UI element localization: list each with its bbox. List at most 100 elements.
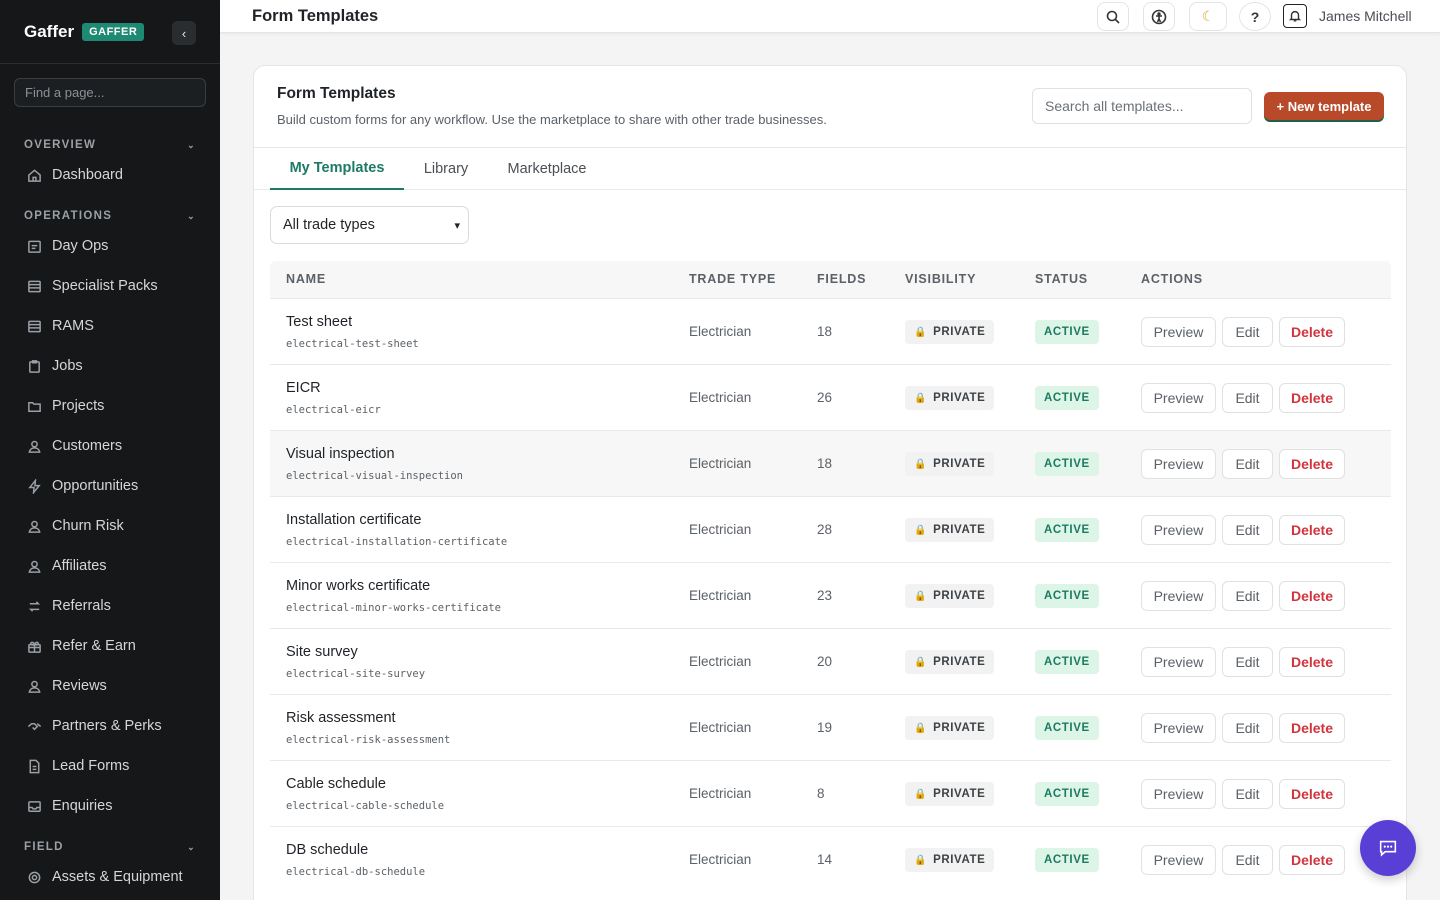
preview-button[interactable]: Preview bbox=[1141, 383, 1216, 413]
delete-button[interactable]: Delete bbox=[1279, 779, 1345, 809]
edit-button[interactable]: Edit bbox=[1222, 449, 1273, 479]
template-slug: electrical-risk-assessment bbox=[286, 734, 451, 746]
delete-button[interactable]: Delete bbox=[1279, 449, 1345, 479]
status-badge: ACTIVE bbox=[1035, 584, 1099, 608]
filter-value: All trade types bbox=[283, 217, 375, 233]
template-name: Visual inspection bbox=[286, 446, 395, 462]
preview-button[interactable]: Preview bbox=[1141, 713, 1216, 743]
chevron-down-icon: ⌄ bbox=[187, 210, 196, 221]
user-name[interactable]: James Mitchell bbox=[1319, 8, 1412, 24]
clipboard-icon bbox=[26, 358, 42, 374]
trade-type: Electrician bbox=[689, 456, 752, 471]
delete-button[interactable]: Delete bbox=[1279, 515, 1345, 545]
sidebar-item-customers[interactable]: Customers bbox=[0, 426, 220, 466]
delete-button[interactable]: Delete bbox=[1279, 713, 1345, 743]
preview-button[interactable]: Preview bbox=[1141, 845, 1216, 875]
sidebar-item-churn-risk[interactable]: Churn Risk bbox=[0, 506, 220, 546]
field-count: 28 bbox=[817, 522, 833, 537]
edit-button[interactable]: Edit bbox=[1222, 779, 1273, 809]
notifications-button[interactable] bbox=[1283, 4, 1307, 28]
status-badge: ACTIVE bbox=[1035, 650, 1099, 674]
field-count: 26 bbox=[817, 390, 833, 405]
trade-type: Electrician bbox=[689, 324, 752, 339]
trade-type-filter[interactable]: All trade types ▾ bbox=[270, 206, 469, 244]
edit-button[interactable]: Edit bbox=[1222, 383, 1273, 413]
column-header-visibility: VISIBILITY bbox=[905, 272, 977, 286]
sidebar-item-specialist-packs[interactable]: Specialist Packs bbox=[0, 266, 220, 306]
visibility-badge: 🔒 PRIVATE bbox=[905, 320, 995, 344]
accessibility-button[interactable] bbox=[1143, 2, 1175, 31]
find-page-search[interactable] bbox=[14, 78, 206, 107]
section-field[interactable]: FIELD ⌄ bbox=[0, 837, 220, 857]
moon-icon: ☾ bbox=[1201, 8, 1215, 24]
table-row: EICR electrical-eicr Electrician 26 🔒 PRI… bbox=[270, 364, 1391, 430]
edit-button[interactable]: Edit bbox=[1222, 845, 1273, 875]
column-header-status: STATUS bbox=[1035, 272, 1088, 286]
preview-button[interactable]: Preview bbox=[1141, 515, 1216, 545]
templates-table: NAME TRADE TYPE FIELDS VISIBILITY STATUS… bbox=[270, 261, 1391, 892]
edit-button[interactable]: Edit bbox=[1222, 647, 1273, 677]
sidebar-item-opportunities[interactable]: Opportunities bbox=[0, 466, 220, 506]
template-name: Minor works certificate bbox=[286, 578, 431, 594]
new-template-button[interactable]: + New template bbox=[1264, 92, 1384, 120]
sidebar-item-dashboard[interactable]: Dashboard bbox=[0, 155, 220, 195]
sidebar-item-rams[interactable]: RAMS bbox=[0, 306, 220, 346]
user-icon bbox=[26, 438, 42, 454]
tab-my-templates[interactable]: My Templates bbox=[270, 148, 404, 190]
collapse-sidebar-button[interactable]: ‹ bbox=[172, 21, 196, 45]
preview-button[interactable]: Preview bbox=[1141, 647, 1216, 677]
trade-type: Electrician bbox=[689, 852, 752, 867]
template-name: Installation certificate bbox=[286, 512, 422, 528]
table-row: Site survey electrical-site-survey Elect… bbox=[270, 628, 1391, 694]
sidebar-item-partners-perks[interactable]: Partners & Perks bbox=[0, 706, 220, 746]
chat-button[interactable] bbox=[1360, 820, 1416, 876]
visibility-badge: 🔒 PRIVATE bbox=[905, 584, 995, 608]
template-search[interactable] bbox=[1032, 88, 1252, 124]
visibility-badge: 🔒 PRIVATE bbox=[905, 650, 995, 674]
trade-type: Electrician bbox=[689, 390, 752, 405]
preview-button[interactable]: Preview bbox=[1141, 317, 1216, 347]
preview-button[interactable]: Preview bbox=[1141, 779, 1216, 809]
visibility-badge: 🔒 PRIVATE bbox=[905, 716, 995, 740]
column-header-fields: FIELDS bbox=[817, 272, 867, 286]
find-page-input[interactable] bbox=[25, 85, 195, 100]
sidebar-item-projects[interactable]: Projects bbox=[0, 386, 220, 426]
theme-toggle-button[interactable]: ☾ bbox=[1189, 2, 1227, 31]
sidebar-item-jobs[interactable]: Jobs bbox=[0, 346, 220, 386]
delete-button[interactable]: Delete bbox=[1279, 845, 1345, 875]
edit-button[interactable]: Edit bbox=[1222, 515, 1273, 545]
sidebar-item-lead-forms[interactable]: Lead Forms bbox=[0, 746, 220, 786]
card-title: Form Templates bbox=[277, 85, 396, 102]
status-badge: ACTIVE bbox=[1035, 716, 1099, 740]
sidebar-item-day-ops[interactable]: Day Ops bbox=[0, 226, 220, 266]
sidebar-item-refer-earn[interactable]: Refer & Earn bbox=[0, 626, 220, 666]
template-search-input[interactable] bbox=[1045, 98, 1239, 114]
preview-button[interactable]: Preview bbox=[1141, 449, 1216, 479]
edit-button[interactable]: Edit bbox=[1222, 713, 1273, 743]
sidebar-item-reviews[interactable]: Reviews bbox=[0, 666, 220, 706]
sidebar-item-enquiries[interactable]: Enquiries bbox=[0, 786, 220, 826]
delete-button[interactable]: Delete bbox=[1279, 581, 1345, 611]
lock-icon: 🔒 bbox=[914, 788, 928, 800]
delete-button[interactable]: Delete bbox=[1279, 647, 1345, 677]
tab-library[interactable]: Library bbox=[414, 148, 478, 190]
sidebar-item-affiliates[interactable]: Affiliates bbox=[0, 546, 220, 586]
sidebar-item-assets-equipment[interactable]: Assets & Equipment bbox=[0, 857, 220, 897]
chevron-down-icon: ⌄ bbox=[187, 139, 196, 150]
field-count: 19 bbox=[817, 720, 833, 735]
help-button[interactable]: ? bbox=[1239, 2, 1271, 31]
search-button[interactable] bbox=[1097, 2, 1129, 31]
section-operations[interactable]: OPERATIONS ⌄ bbox=[0, 206, 220, 226]
edit-button[interactable]: Edit bbox=[1222, 581, 1273, 611]
delete-button[interactable]: Delete bbox=[1279, 383, 1345, 413]
visibility-badge: 🔒 PRIVATE bbox=[905, 518, 995, 542]
sidebar-item-referrals[interactable]: Referrals bbox=[0, 586, 220, 626]
edit-button[interactable]: Edit bbox=[1222, 317, 1273, 347]
gear-icon bbox=[26, 869, 42, 885]
section-overview[interactable]: OVERVIEW ⌄ bbox=[0, 135, 220, 155]
preview-button[interactable]: Preview bbox=[1141, 581, 1216, 611]
trade-type: Electrician bbox=[689, 588, 752, 603]
tab-marketplace[interactable]: Marketplace bbox=[500, 148, 594, 190]
delete-button[interactable]: Delete bbox=[1279, 317, 1345, 347]
field-count: 23 bbox=[817, 588, 833, 603]
